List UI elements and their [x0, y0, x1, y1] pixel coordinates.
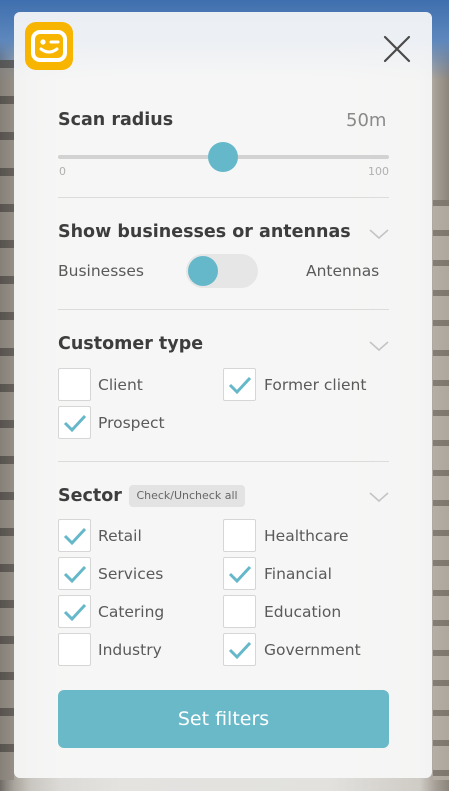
- checkmark-icon: [63, 603, 87, 622]
- chevron-down-icon: [369, 492, 389, 503]
- checkbox-client[interactable]: [58, 368, 91, 401]
- checkbox-label-government: Government: [264, 641, 361, 659]
- checkbox-services[interactable]: [58, 557, 91, 590]
- slider-min-label: 0: [59, 165, 66, 178]
- checkbox-retail[interactable]: [58, 519, 91, 552]
- background-building-right: [433, 200, 449, 780]
- checkbox-government[interactable]: [223, 633, 256, 666]
- checkbox-former-client[interactable]: [223, 368, 256, 401]
- checkbox-label-healthcare: Healthcare: [264, 527, 349, 545]
- close-button[interactable]: [380, 32, 414, 66]
- checkmark-icon: [228, 376, 252, 395]
- checkbox-label-industry: Industry: [98, 641, 162, 659]
- checkbox-label-catering: Catering: [98, 603, 165, 621]
- sector-title: Sector: [58, 486, 122, 506]
- antennas-label: Antennas: [306, 262, 380, 280]
- check-uncheck-all-button[interactable]: Check/Uncheck all: [129, 485, 245, 507]
- customer-type-title: Customer type: [58, 334, 204, 354]
- customer-type-chevron-button[interactable]: [368, 338, 390, 352]
- checkmark-icon: [63, 527, 87, 546]
- set-filters-button[interactable]: Set filters: [58, 690, 389, 748]
- checkmark-icon: [63, 565, 87, 584]
- businesses-label: Businesses: [58, 262, 144, 280]
- toggle-knob: [188, 256, 218, 286]
- checkbox-label-services: Services: [98, 565, 164, 583]
- mode-title: Show businesses or antennas: [58, 222, 351, 242]
- slider-max-label: 100: [368, 165, 389, 178]
- scan-radius-slider-thumb[interactable]: [208, 142, 238, 172]
- divider: [58, 461, 389, 462]
- checkbox-catering[interactable]: [58, 595, 91, 628]
- sector-chevron-button[interactable]: [368, 489, 390, 503]
- background-building-left: [0, 60, 14, 780]
- checkbox-label-prospect: Prospect: [98, 414, 165, 432]
- scan-radius-title: Scan radius: [58, 110, 174, 130]
- mode-chevron-button[interactable]: [368, 226, 390, 240]
- scan-radius-value: 50m: [346, 110, 387, 131]
- brand-logo: [25, 22, 73, 70]
- divider: [58, 197, 389, 198]
- checkmark-icon: [228, 641, 252, 660]
- chevron-down-icon: [369, 229, 389, 240]
- checkmark-icon: [63, 414, 87, 433]
- close-icon: [383, 35, 411, 63]
- checkbox-financial[interactable]: [223, 557, 256, 590]
- checkmark-icon: [228, 565, 252, 584]
- divider: [58, 309, 389, 310]
- checkbox-prospect[interactable]: [58, 406, 91, 439]
- checkbox-healthcare[interactable]: [223, 519, 256, 552]
- checkbox-label-client: Client: [98, 376, 143, 394]
- checkbox-label-financial: Financial: [264, 565, 332, 583]
- checkbox-label-retail: Retail: [98, 527, 142, 545]
- checkbox-label-education: Education: [264, 603, 342, 621]
- checkbox-label-former-client: Former client: [264, 376, 367, 394]
- smiley-logo-icon: [31, 30, 67, 62]
- checkbox-education[interactable]: [223, 595, 256, 628]
- businesses-antennas-toggle[interactable]: [186, 254, 258, 288]
- chevron-down-icon: [369, 341, 389, 352]
- checkbox-industry[interactable]: [58, 633, 91, 666]
